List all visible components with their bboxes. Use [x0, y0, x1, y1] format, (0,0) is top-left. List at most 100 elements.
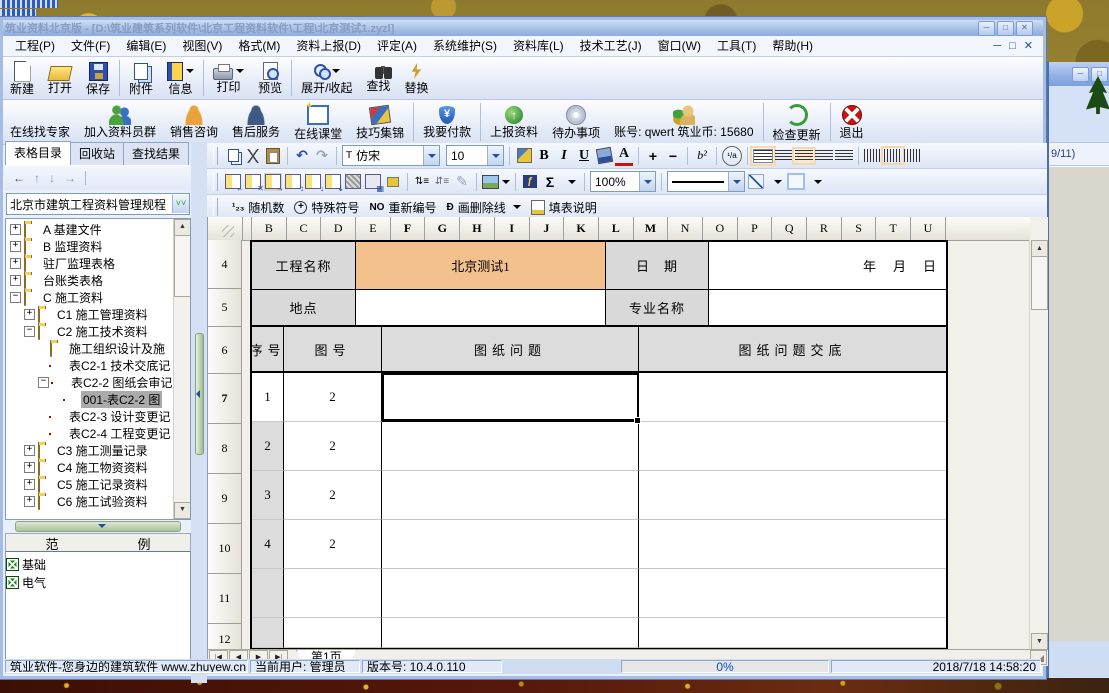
highlight-button[interactable]: [515, 147, 533, 165]
menu-item[interactable]: 工具(T): [709, 36, 764, 56]
fill-color-button[interactable]: [595, 147, 613, 165]
paste-button[interactable]: [264, 147, 282, 165]
cell[interactable]: 北京测试1: [356, 242, 606, 290]
expander-plus-icon[interactable]: +: [10, 224, 21, 235]
dropdown-arrow-icon[interactable]: [236, 69, 244, 73]
row-header[interactable]: 5: [208, 289, 242, 327]
cell[interactable]: [382, 471, 639, 520]
column-header[interactable]: R: [807, 217, 842, 240]
cell[interactable]: 序号: [252, 327, 284, 373]
font-color-button[interactable]: A: [615, 145, 633, 166]
cell[interactable]: [382, 373, 639, 422]
cell[interactable]: [382, 520, 639, 569]
column-header[interactable]: M: [634, 217, 669, 240]
tree-item[interactable]: +C6 施工试验资料: [6, 493, 174, 510]
cell[interactable]: 4: [252, 520, 284, 569]
cell[interactable]: 2: [284, 373, 382, 422]
update-button[interactable]: 检查更新: [766, 100, 828, 144]
sum-options-dropdown[interactable]: [561, 173, 579, 191]
chevron-down-icon[interactable]: [487, 146, 503, 165]
column-header[interactable]: H: [460, 217, 495, 240]
cell[interactable]: [639, 618, 946, 648]
column-header[interactable]: J: [530, 217, 565, 240]
save-button[interactable]: 保存: [79, 57, 117, 99]
expander-minus-icon[interactable]: −: [38, 377, 49, 388]
tree-item[interactable]: 表C2-1 技术交底记: [6, 357, 174, 374]
column-header[interactable]: G: [425, 217, 460, 240]
sidebar-tab-item[interactable]: 回收站: [70, 142, 124, 165]
align-left-button[interactable]: [775, 150, 793, 162]
print-preview-button[interactable]: 预览: [251, 57, 289, 99]
menu-item[interactable]: 评定(A): [369, 36, 425, 56]
menu-item[interactable]: 资料上报(D): [288, 36, 369, 56]
fraction-button[interactable]: ¹/a: [722, 146, 742, 166]
autosum-button[interactable]: Σ: [541, 173, 559, 191]
pay-shield-button[interactable]: ¥我要付款: [416, 100, 478, 144]
cell[interactable]: 2: [284, 471, 382, 520]
minimize-icon[interactable]: ─: [978, 21, 995, 36]
column-header[interactable]: D: [321, 217, 356, 240]
scroll-up-icon[interactable]: ▲: [174, 219, 191, 236]
splitter-collapse-bar[interactable]: [195, 333, 204, 455]
vertical-splitter[interactable]: [191, 143, 207, 683]
tree-item[interactable]: −表C2-2 图纸会审记: [6, 374, 174, 391]
dropdown-arrow-icon[interactable]: [332, 69, 340, 73]
person-blue-button[interactable]: 售后服务: [225, 100, 287, 144]
sidebar-tab-item[interactable]: 查找结果: [123, 142, 189, 165]
increase-button[interactable]: +: [644, 147, 662, 165]
cell[interactable]: 图纸问题交底: [639, 327, 946, 373]
cell[interactable]: 专业名称: [606, 290, 709, 327]
example-item[interactable]: 电气: [6, 573, 190, 591]
expander-plus-icon[interactable]: +: [24, 462, 35, 473]
menu-item[interactable]: 视图(V): [174, 36, 230, 56]
diagonal-border-dropdown[interactable]: [767, 173, 785, 191]
regulation-combobox[interactable]: 北京市建筑工程资料管理规程（ ˅˅: [6, 193, 190, 215]
tree-item[interactable]: +C5 施工记录资料: [6, 476, 174, 493]
tree-item[interactable]: 表C2-4 工程变更记: [6, 425, 174, 442]
cell[interactable]: 日 期: [606, 242, 709, 290]
row-header[interactable]: 10: [208, 524, 242, 574]
expander-plus-icon[interactable]: +: [24, 445, 35, 456]
cell[interactable]: 图号: [284, 327, 382, 373]
font-size-combobox[interactable]: 10: [446, 145, 504, 166]
特殊符号-button[interactable]: +特殊符号: [294, 199, 359, 216]
scroll-up-icon[interactable]: ▲: [1031, 240, 1048, 257]
tree-scrollbar[interactable]: ▲ ▼: [173, 219, 190, 519]
画删除线-button[interactable]: Ð画删除线: [446, 199, 520, 216]
column-header[interactable]: E: [356, 217, 391, 240]
dropdown-arrow-icon[interactable]: [513, 205, 521, 209]
align-justify-button[interactable]: [753, 149, 773, 163]
row-header[interactable]: 8: [208, 424, 242, 474]
chevron-down-icon[interactable]: [423, 146, 439, 165]
menu-item[interactable]: 编辑(E): [118, 36, 174, 56]
sheet-corner-cell[interactable]: [208, 217, 243, 240]
row-header[interactable]: 7: [208, 374, 242, 424]
underline-button[interactable]: U: [575, 147, 593, 165]
cell[interactable]: [639, 569, 946, 618]
tree-item[interactable]: 施工组织设计及施: [6, 340, 174, 357]
table-calc-button[interactable]: ▦: [364, 173, 382, 191]
insert-column-right-button[interactable]: →: [264, 173, 282, 191]
chevron-down-icon[interactable]: [639, 172, 655, 191]
column-header[interactable]: T: [876, 217, 911, 240]
scroll-down-icon[interactable]: ▼: [1031, 633, 1048, 650]
cell[interactable]: 图纸问题: [382, 327, 639, 373]
cell[interactable]: 2: [252, 422, 284, 471]
cell[interactable]: 1: [252, 373, 284, 422]
column-header-gutter[interactable]: [243, 217, 252, 240]
printer-button[interactable]: 打印: [206, 57, 251, 99]
expand-collapse-button[interactable]: 展开/收起: [294, 57, 359, 99]
expander-plus-icon[interactable]: +: [10, 258, 21, 269]
bold-button[interactable]: B: [535, 147, 553, 165]
desktop-icon-label-fragment[interactable]: [0, 0, 58, 8]
tree-item[interactable]: +B 监理资料: [6, 238, 174, 255]
column-header[interactable]: K: [564, 217, 599, 240]
font-family-combobox[interactable]: T 仿宋: [342, 145, 440, 166]
tree-item[interactable]: +A 基建文件: [6, 221, 174, 238]
chevron-down-icon[interactable]: [728, 172, 744, 191]
重新编号-button[interactable]: NO重新编号: [369, 199, 436, 216]
borders-dropdown[interactable]: [807, 173, 825, 191]
nav-up-icon[interactable]: ↑: [34, 171, 40, 185]
填表说明-button[interactable]: 填表说明: [531, 199, 597, 216]
cut-button[interactable]: [244, 147, 262, 165]
